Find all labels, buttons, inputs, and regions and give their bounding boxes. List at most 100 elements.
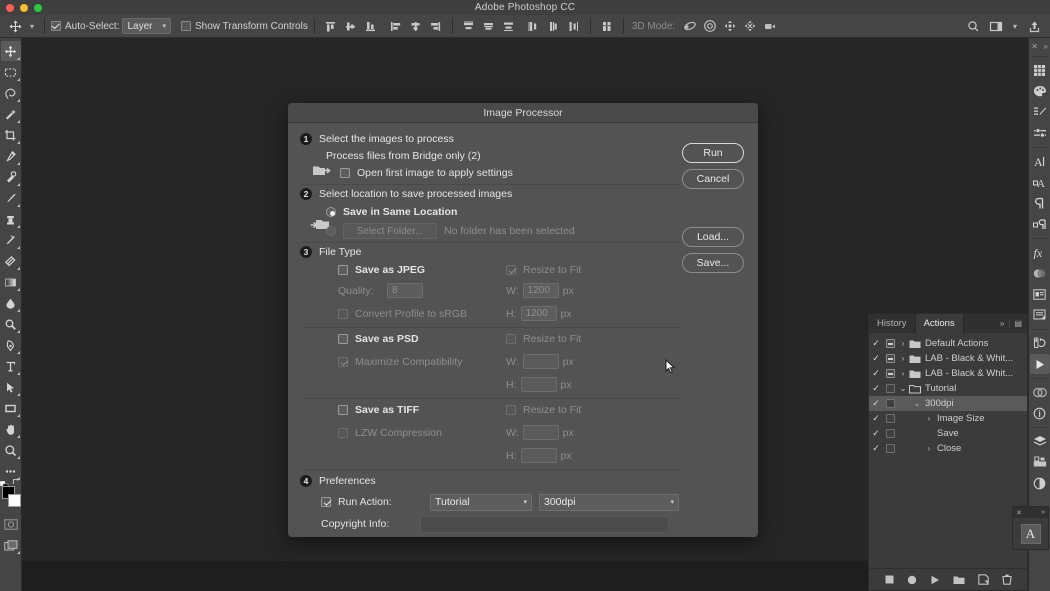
- rectangular-marquee-tool-icon[interactable]: [1, 62, 21, 82]
- tiff-height-input[interactable]: [520, 448, 557, 463]
- save-as-tiff-row[interactable]: Save as TIFF: [338, 404, 506, 416]
- psd-resize-checkbox[interactable]: [506, 334, 516, 344]
- table-row[interactable]: ✓ › Close: [869, 441, 1027, 456]
- jpeg-width-input[interactable]: 1200: [522, 283, 559, 298]
- hand-tool-icon[interactable]: [1, 419, 21, 439]
- action-enabled-check[interactable]: ✓: [869, 413, 883, 424]
- orbit-3d-icon[interactable]: [680, 16, 700, 36]
- run-action-checkbox[interactable]: [321, 497, 331, 507]
- psd-maximize-compatibility-checkbox[interactable]: [338, 356, 348, 367]
- new-set-icon[interactable]: [953, 575, 965, 585]
- share-icon[interactable]: [1024, 16, 1044, 36]
- tiff-resize-checkbox[interactable]: [506, 405, 516, 415]
- action-dialog-toggle[interactable]: [883, 369, 897, 378]
- grid-panel-icon[interactable]: [1030, 60, 1050, 80]
- play-icon[interactable]: [930, 575, 940, 585]
- align-vertical-centers-icon[interactable]: [341, 16, 361, 36]
- quick-mask-icon[interactable]: [1, 514, 21, 534]
- masks-panel-icon[interactable]: [1030, 473, 1050, 493]
- select-folder-row[interactable]: Select Folder... No folder has been sele…: [318, 221, 758, 241]
- action-enabled-check[interactable]: ✓: [869, 353, 883, 364]
- chevron-down-icon[interactable]: ⌄: [897, 384, 909, 393]
- expand-panels-icon[interactable]: »: [1043, 42, 1047, 51]
- action-enabled-check[interactable]: ✓: [869, 428, 883, 439]
- table-row[interactable]: ✓ › Image Size: [869, 411, 1027, 426]
- character-panel-glyph-icon[interactable]: A: [1020, 523, 1041, 544]
- open-first-image-row[interactable]: Open first image to apply settings: [318, 164, 758, 181]
- minimize-window-button[interactable]: [20, 4, 28, 12]
- action-enabled-check[interactable]: ✓: [869, 398, 883, 409]
- action-enabled-check[interactable]: ✓: [869, 443, 883, 454]
- table-row[interactable]: ✓ › LAB - Black & Whit...: [869, 351, 1027, 366]
- history-panel-icon[interactable]: [1030, 333, 1050, 353]
- actions-panel-icon[interactable]: [1029, 354, 1050, 374]
- show-transform-checkbox[interactable]: [181, 21, 192, 31]
- panel-menu-icon[interactable]: ▤: [1014, 319, 1022, 328]
- psd-maximize-compat-row[interactable]: Maximize Compatibility: [338, 356, 506, 368]
- background-color-swatch[interactable]: [7, 494, 21, 507]
- eyedropper-tool-icon[interactable]: [1, 146, 21, 166]
- action-dialog-toggle[interactable]: [883, 444, 897, 453]
- maximize-window-button[interactable]: [34, 4, 42, 12]
- overflow-chevrons-icon[interactable]: »: [1000, 319, 1004, 328]
- save-same-location-radio[interactable]: [326, 207, 336, 217]
- action-enabled-check[interactable]: ✓: [869, 368, 883, 379]
- paragraph-styles-panel-icon[interactable]: [1030, 214, 1050, 234]
- brush-tool-icon[interactable]: [1, 188, 21, 208]
- action-enabled-check[interactable]: ✓: [869, 338, 883, 349]
- rail-collapse-controls[interactable]: ✕ »: [1029, 40, 1050, 53]
- action-dialog-toggle[interactable]: [883, 384, 897, 393]
- info-panel-icon[interactable]: [1030, 403, 1050, 423]
- move-tool-icon[interactable]: [0, 41, 21, 61]
- align-right-edges-icon[interactable]: [426, 16, 446, 36]
- expand-icon[interactable]: »: [1041, 509, 1045, 516]
- psd-resize-row[interactable]: Resize to Fit: [506, 333, 581, 345]
- save-settings-button[interactable]: Save...: [682, 253, 744, 273]
- table-row[interactable]: ✓ › Default Actions: [869, 336, 1027, 351]
- action-dialog-toggle[interactable]: [883, 399, 897, 408]
- record-icon[interactable]: [907, 575, 917, 585]
- dialog-title-bar[interactable]: Image Processor: [288, 103, 758, 123]
- delete-icon[interactable]: [1001, 574, 1012, 585]
- action-dialog-toggle[interactable]: [883, 354, 897, 363]
- libraries-panel-icon[interactable]: [1030, 382, 1050, 402]
- styles-panel-icon[interactable]: fx: [1030, 242, 1050, 262]
- tool-preset-chevron-icon[interactable]: ▾: [26, 16, 38, 36]
- channels-panel-icon[interactable]: [1030, 452, 1050, 472]
- align-top-edges-icon[interactable]: [321, 16, 341, 36]
- adjustments-panel-icon[interactable]: [1030, 263, 1050, 283]
- save-as-psd-row[interactable]: Save as PSD: [338, 333, 506, 345]
- close-window-button[interactable]: [6, 4, 14, 12]
- screen-mode-icon[interactable]: [1, 535, 21, 555]
- zoom-tool-icon[interactable]: [1, 440, 21, 460]
- action-dialog-toggle[interactable]: [883, 429, 897, 438]
- color-swatches[interactable]: [0, 478, 22, 510]
- chevron-right-icon[interactable]: ›: [897, 339, 909, 348]
- chevron-down-icon[interactable]: ▾: [1009, 16, 1021, 36]
- tab-actions[interactable]: Actions: [915, 314, 964, 333]
- jpeg-resize-checkbox[interactable]: [506, 264, 516, 275]
- select-folder-radio[interactable]: [326, 226, 336, 236]
- distribute-horizontal-centers-icon[interactable]: [544, 16, 564, 36]
- chevron-right-icon[interactable]: ›: [923, 444, 935, 453]
- blur-tool-icon[interactable]: [1, 293, 21, 313]
- character-panel-icon[interactable]: A: [1030, 151, 1050, 171]
- stop-icon[interactable]: [885, 575, 894, 584]
- path-selection-tool-icon[interactable]: [1, 377, 21, 397]
- align-distribute-options-icon[interactable]: [597, 16, 617, 36]
- lasso-tool-icon[interactable]: [1, 83, 21, 103]
- psd-width-input[interactable]: [522, 354, 559, 369]
- distribute-left-edges-icon[interactable]: [524, 16, 544, 36]
- save-as-psd-checkbox[interactable]: [338, 334, 348, 344]
- auto-select-checkbox[interactable]: [51, 21, 61, 31]
- roll-3d-icon[interactable]: [700, 16, 720, 36]
- action-enabled-check[interactable]: ✓: [869, 383, 883, 394]
- distribute-right-edges-icon[interactable]: [564, 16, 584, 36]
- search-icon[interactable]: [963, 16, 983, 36]
- table-row[interactable]: ✓ Save: [869, 426, 1027, 441]
- dodge-tool-icon[interactable]: [1, 314, 21, 334]
- type-tool-icon[interactable]: [1, 356, 21, 376]
- action-dialog-toggle[interactable]: [883, 339, 897, 348]
- select-folder-button[interactable]: Select Folder...: [343, 223, 437, 239]
- eraser-tool-icon[interactable]: [1, 251, 21, 271]
